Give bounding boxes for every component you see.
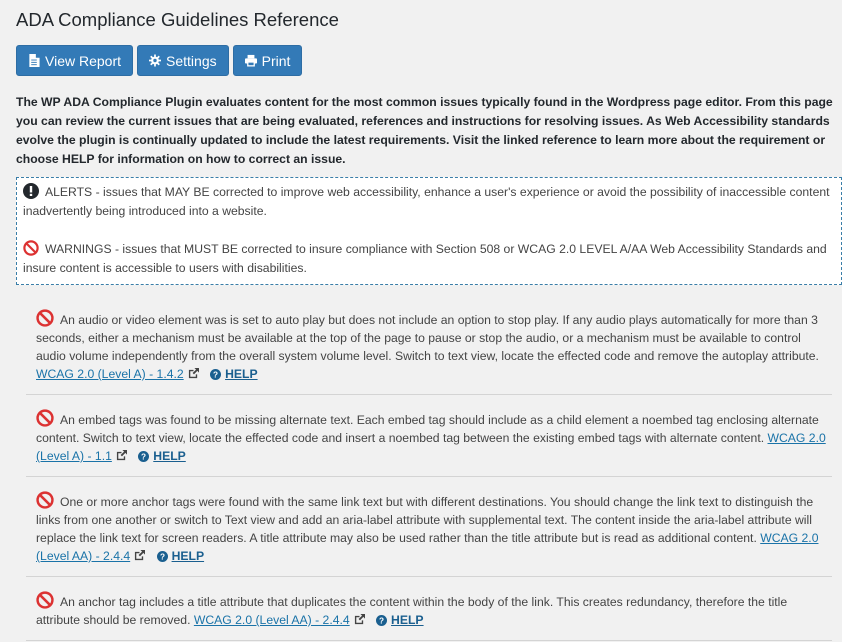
print-label: Print bbox=[261, 52, 291, 69]
svg-text:?: ? bbox=[379, 617, 384, 626]
wcag-reference-link[interactable]: WCAG 2.0 (Level AA) - 2.4.4 bbox=[194, 613, 350, 627]
svg-text:?: ? bbox=[213, 371, 218, 380]
printer-icon bbox=[244, 54, 257, 67]
help-link[interactable]: HELP bbox=[153, 449, 186, 463]
gear-icon bbox=[149, 54, 162, 67]
issue-list: An audio or video element was is set to … bbox=[26, 302, 842, 641]
issue-text: An embed tags was found to be missing al… bbox=[36, 413, 819, 445]
list-item: An embed tags was found to be missing al… bbox=[26, 395, 832, 477]
legend-alerts: ALERTS - issues that MAY BE corrected to… bbox=[23, 183, 835, 221]
legend-alerts-text: ALERTS - issues that MAY BE corrected to… bbox=[23, 185, 830, 218]
print-button[interactable]: Print bbox=[232, 45, 303, 76]
help-link[interactable]: HELP bbox=[225, 367, 258, 381]
warning-icon bbox=[36, 491, 54, 509]
help-link[interactable]: HELP bbox=[172, 549, 205, 563]
external-link-icon bbox=[116, 450, 127, 461]
document-icon bbox=[29, 54, 40, 67]
external-link-icon bbox=[354, 614, 365, 625]
legend-warnings: WARNINGS - issues that MUST BE corrected… bbox=[23, 240, 835, 278]
warning-icon bbox=[36, 309, 54, 327]
help-circle-icon: ? bbox=[138, 451, 150, 462]
svg-text:?: ? bbox=[160, 553, 165, 562]
help-link[interactable]: HELP bbox=[391, 613, 424, 627]
warning-icon bbox=[36, 409, 54, 427]
legend-box: ALERTS - issues that MAY BE corrected to… bbox=[16, 177, 842, 285]
warning-icon bbox=[36, 591, 54, 609]
external-link-icon bbox=[135, 550, 146, 561]
issue-text: One or more anchor tags were found with … bbox=[36, 495, 814, 545]
help-circle-icon: ? bbox=[156, 551, 168, 562]
legend-warnings-text: WARNINGS - issues that MUST BE corrected… bbox=[23, 242, 827, 275]
issue-text: An audio or video element was is set to … bbox=[36, 313, 819, 363]
wcag-reference-link[interactable]: WCAG 2.0 (Level A) - 1.4.2 bbox=[36, 367, 184, 381]
alert-icon bbox=[23, 183, 39, 199]
warning-icon bbox=[23, 240, 39, 256]
help-circle-icon: ? bbox=[376, 615, 388, 626]
view-report-button[interactable]: View Report bbox=[16, 45, 134, 76]
list-item: One or more anchor tags were found with … bbox=[26, 477, 832, 577]
external-link-icon bbox=[188, 368, 199, 379]
list-item: An anchor tag includes a title attribute… bbox=[26, 577, 832, 641]
intro-text: The WP ADA Compliance Plugin evaluates c… bbox=[16, 95, 833, 166]
svg-text:?: ? bbox=[141, 453, 146, 462]
view-report-label: View Report bbox=[45, 52, 122, 69]
page-title: ADA Compliance Guidelines Reference bbox=[16, 9, 339, 30]
settings-button[interactable]: Settings bbox=[137, 45, 229, 76]
list-item: An audio or video element was is set to … bbox=[26, 302, 832, 395]
settings-label: Settings bbox=[166, 52, 217, 69]
toolbar: View Report Settings Print bbox=[16, 45, 842, 76]
page-container: ADA Compliance Guidelines Reference View… bbox=[16, 0, 842, 641]
help-circle-icon: ? bbox=[210, 369, 222, 380]
